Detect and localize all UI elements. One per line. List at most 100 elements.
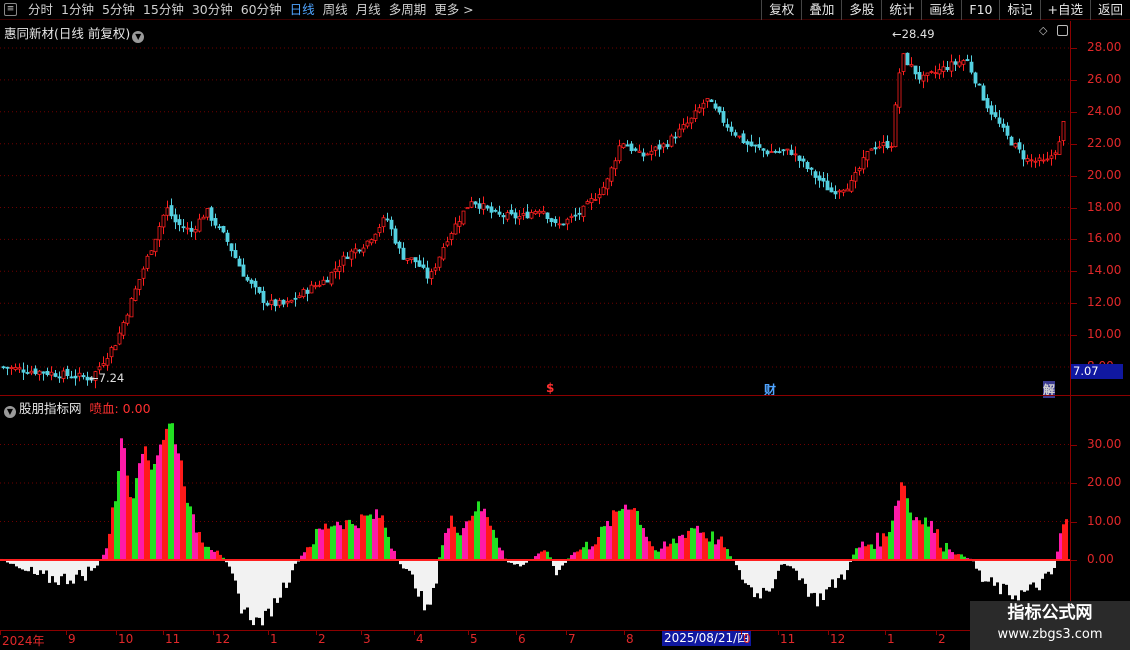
candle-down — [989, 105, 994, 115]
indicator-panel[interactable]: ▼ 股朋指标网 喷血: 0.00 — [0, 396, 1070, 629]
candle-down — [489, 206, 494, 213]
indicator-bar-negative — [429, 560, 432, 605]
candle-up — [877, 146, 882, 149]
indicator-bar-positive — [588, 549, 591, 560]
indicator-bar-positive — [363, 515, 366, 560]
candle-down — [493, 209, 498, 212]
candle-down — [713, 103, 718, 109]
candle-up — [109, 347, 114, 358]
tab-15min[interactable]: 15分钟 — [139, 0, 188, 20]
tab-fenshi[interactable]: 分时 — [24, 0, 57, 20]
indicator-bar-positive — [1059, 533, 1062, 560]
tab-multi-period[interactable]: 多周期 — [385, 0, 431, 20]
tab-daily[interactable]: 日线 — [286, 0, 319, 20]
indicator-bar-negative — [420, 560, 423, 592]
date-axis-tick — [741, 631, 742, 635]
indicator-bar-positive — [456, 532, 459, 560]
indicator-bar-positive — [921, 524, 924, 560]
price-axis-label: 20.00 — [1087, 167, 1122, 182]
indicator-bar-positive — [882, 533, 885, 560]
candle-up — [845, 188, 850, 192]
candle-up — [941, 66, 946, 72]
tab-30min[interactable]: 30分钟 — [188, 0, 237, 20]
candle-down — [389, 219, 394, 230]
date-axis-label: 12 — [830, 632, 846, 646]
candle-up — [537, 210, 542, 214]
indicator-bar-positive — [663, 541, 666, 560]
indicator-bar-positive — [441, 545, 444, 560]
indicator-bar-negative — [1029, 560, 1032, 585]
chevron-down-icon[interactable]: ▼ — [4, 406, 16, 418]
price-chart-panel[interactable]: ←28.49 ←7.24 惠同新材(日线 前复权) ▼ ◇ $ 财 解 — [0, 21, 1070, 398]
indicator-bar-negative — [1014, 560, 1017, 596]
candle-down — [729, 126, 734, 132]
candle-up — [141, 268, 146, 279]
event-marker-dividend[interactable]: $ — [546, 381, 554, 395]
tab-monthly[interactable]: 月线 — [352, 0, 385, 20]
multi-stock-button[interactable]: 多股 — [841, 0, 881, 20]
candle-up — [1025, 158, 1030, 162]
date-axis: 2025/08/21/四 2024年 9 10 11 12 1 2 3 4 5 6 7 8 0 11 12 1 2 — [0, 630, 1130, 650]
indicator-bar-positive — [642, 528, 645, 560]
indicator-bar-negative — [1023, 560, 1026, 592]
candle-down — [413, 257, 418, 263]
candle-down — [821, 177, 826, 182]
diamond-icon[interactable]: ◇ — [1039, 24, 1047, 37]
tab-more[interactable]: 更多 > — [430, 0, 477, 20]
back-button[interactable]: 返回 — [1089, 0, 1130, 20]
indicator-bar-negative — [822, 560, 825, 601]
date-axis-tick — [116, 631, 117, 635]
stats-button[interactable]: 统计 — [881, 0, 921, 20]
candle-down — [825, 180, 830, 191]
tab-60min[interactable]: 60分钟 — [237, 0, 286, 20]
candle-down — [561, 223, 566, 226]
indicator-name: 股朋指标网 — [19, 401, 82, 416]
indicator-bar-negative — [1041, 560, 1044, 579]
add-watchlist-button[interactable]: +自选 — [1039, 0, 1090, 20]
indicator-bar-negative — [60, 560, 63, 577]
indicator-bar-positive — [306, 547, 309, 560]
indicator-bar-positive — [480, 511, 483, 560]
mark-button[interactable]: 标记 — [999, 0, 1039, 20]
chevron-down-icon[interactable]: ▼ — [132, 31, 145, 43]
candle-up — [1013, 143, 1018, 148]
indicator-bar-negative — [75, 560, 78, 575]
indicator-bar-negative — [93, 560, 96, 569]
indicator-bar-positive — [111, 507, 114, 560]
candle-up — [161, 214, 166, 228]
candle-up — [149, 250, 154, 255]
window-toggle-icon[interactable] — [1057, 25, 1068, 36]
tab-1min[interactable]: 1分钟 — [57, 0, 98, 20]
candle-down — [241, 264, 246, 277]
indicator-bar-negative — [27, 560, 30, 572]
tab-5min[interactable]: 5分钟 — [98, 0, 139, 20]
indicator-bar-positive — [636, 511, 639, 560]
candle-down — [917, 72, 922, 80]
candle-up — [137, 279, 142, 290]
indicator-bar-positive — [924, 517, 927, 560]
indicator-bar-positive — [633, 508, 636, 560]
indicator-bar-negative — [21, 560, 24, 570]
indicator-bar-negative — [69, 560, 72, 581]
date-axis-label: 9 — [68, 632, 76, 646]
candle-up — [601, 186, 606, 195]
candle-down — [969, 61, 974, 73]
draw-line-button[interactable]: 画线 — [921, 0, 961, 20]
date-axis-tick — [66, 631, 67, 635]
candle-down — [421, 264, 426, 268]
overlay-button[interactable]: 叠加 — [801, 0, 841, 20]
menu-icon[interactable]: ≡ — [4, 3, 17, 16]
candle-up — [701, 102, 706, 109]
candle-down — [221, 225, 226, 233]
price-axis-label: 10.00 — [1087, 327, 1122, 342]
tab-weekly[interactable]: 周线 — [319, 0, 352, 20]
indicator-bar-negative — [999, 560, 1002, 595]
adjust-button[interactable]: 复权 — [761, 0, 801, 20]
candle-down — [577, 212, 582, 215]
indicator-bar-positive — [375, 509, 378, 560]
f10-button[interactable]: F10 — [961, 0, 999, 20]
candlestick-chart[interactable]: ←28.49 ←7.24 — [0, 21, 1070, 395]
indicator-chart[interactable] — [0, 396, 1070, 629]
indicator-bar-negative — [759, 560, 762, 599]
price-axis-tick — [1071, 271, 1077, 273]
